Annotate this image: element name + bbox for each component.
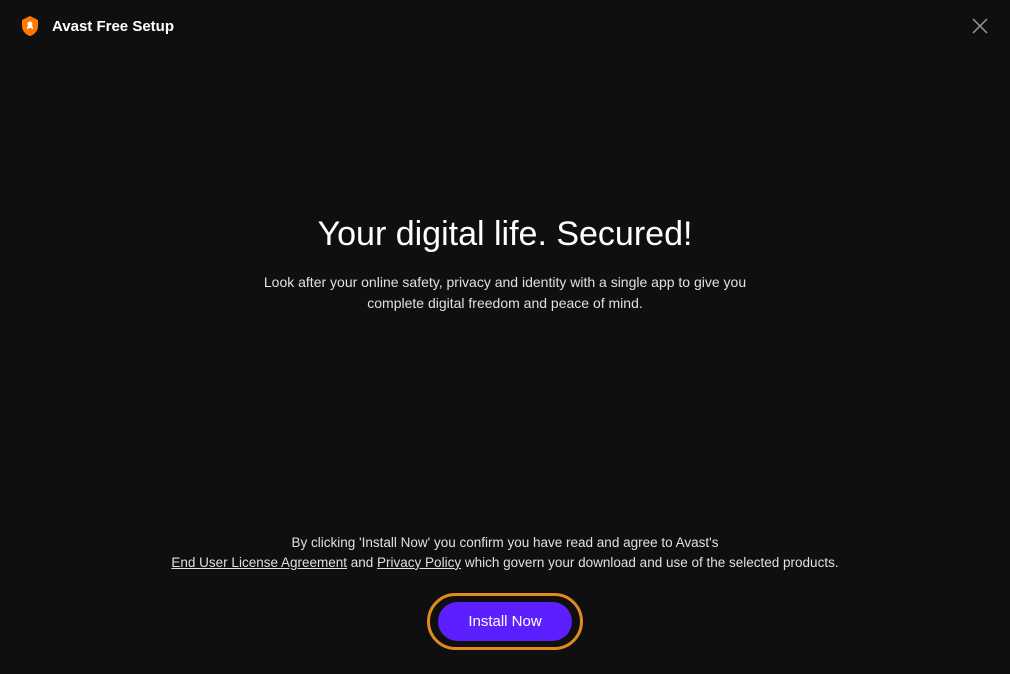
legal-pre: By clicking 'Install Now' you confirm yo… xyxy=(292,535,719,550)
header-bar: Avast Free Setup xyxy=(0,0,1010,52)
legal-and: and xyxy=(347,555,377,570)
eula-link[interactable]: End User License Agreement xyxy=(171,555,347,570)
subtext: Look after your online safety, privacy a… xyxy=(255,272,755,314)
legal-text: By clicking 'Install Now' you confirm yo… xyxy=(0,533,1010,574)
install-now-button[interactable]: Install Now xyxy=(438,602,571,641)
app-title: Avast Free Setup xyxy=(52,18,174,35)
install-button-highlight: Install Now xyxy=(427,593,582,650)
avast-logo-icon xyxy=(18,14,42,38)
privacy-policy-link[interactable]: Privacy Policy xyxy=(377,555,461,570)
main-content: Your digital life. Secured! Look after y… xyxy=(0,215,1010,314)
headline: Your digital life. Secured! xyxy=(0,215,1010,254)
header-left: Avast Free Setup xyxy=(18,14,174,38)
footer: By clicking 'Install Now' you confirm yo… xyxy=(0,533,1010,651)
close-button[interactable] xyxy=(968,14,992,38)
legal-post: which govern your download and use of th… xyxy=(461,555,839,570)
